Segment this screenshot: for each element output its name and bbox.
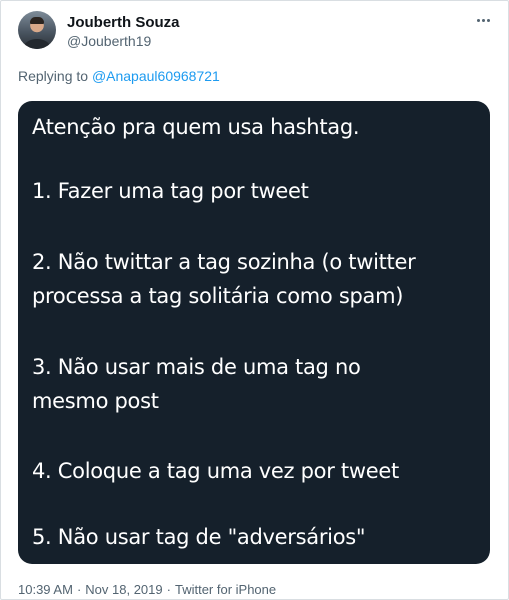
dot — [481, 18, 485, 22]
avatar-hair — [30, 17, 44, 24]
tweet-image[interactable]: Atenção pra quem usa hashtag. 1. Fazer u… — [18, 101, 490, 564]
dot — [486, 18, 490, 22]
author-handle[interactable]: @Jouberth19 — [67, 33, 151, 49]
tweet-time[interactable]: 10:39 AM — [18, 582, 73, 597]
replying-to: Replying to @Anapaul60968721 — [18, 68, 220, 84]
image-text-line: Atenção pra quem usa hashtag. — [32, 115, 360, 139]
separator: · — [166, 582, 171, 597]
image-text-line: 4. Coloque a tag uma vez por tweet — [32, 459, 399, 483]
image-text-line: 3. Não usar mais de uma tag no — [32, 355, 361, 379]
author-name[interactable]: Jouberth Souza — [67, 14, 180, 31]
image-text-line: processa a tag solitária como spam) — [32, 284, 404, 308]
avatar-shirt — [24, 39, 50, 49]
tweet-date[interactable]: Nov 18, 2019 — [85, 582, 162, 597]
avatar[interactable] — [18, 11, 56, 49]
image-text-line: 2. Não twittar a tag sozinha (o twitter — [32, 250, 416, 274]
dot — [476, 18, 480, 22]
image-text-line: 1. Fazer uma tag por tweet — [32, 179, 309, 203]
replying-to-link[interactable]: @Anapaul60968721 — [92, 68, 220, 84]
tweet-metadata: 10:39 AM · Nov 18, 2019 · Twitter for iPhone — [18, 582, 276, 597]
tweet-source: Twitter for iPhone — [174, 582, 277, 597]
more-options-icon[interactable] — [470, 10, 496, 30]
separator: · — [76, 582, 82, 597]
image-text-line: 5. Não usar tag de "adversários" — [32, 525, 366, 549]
replying-to-label: Replying to — [18, 68, 89, 84]
image-text-line: mesmo post — [32, 389, 159, 413]
